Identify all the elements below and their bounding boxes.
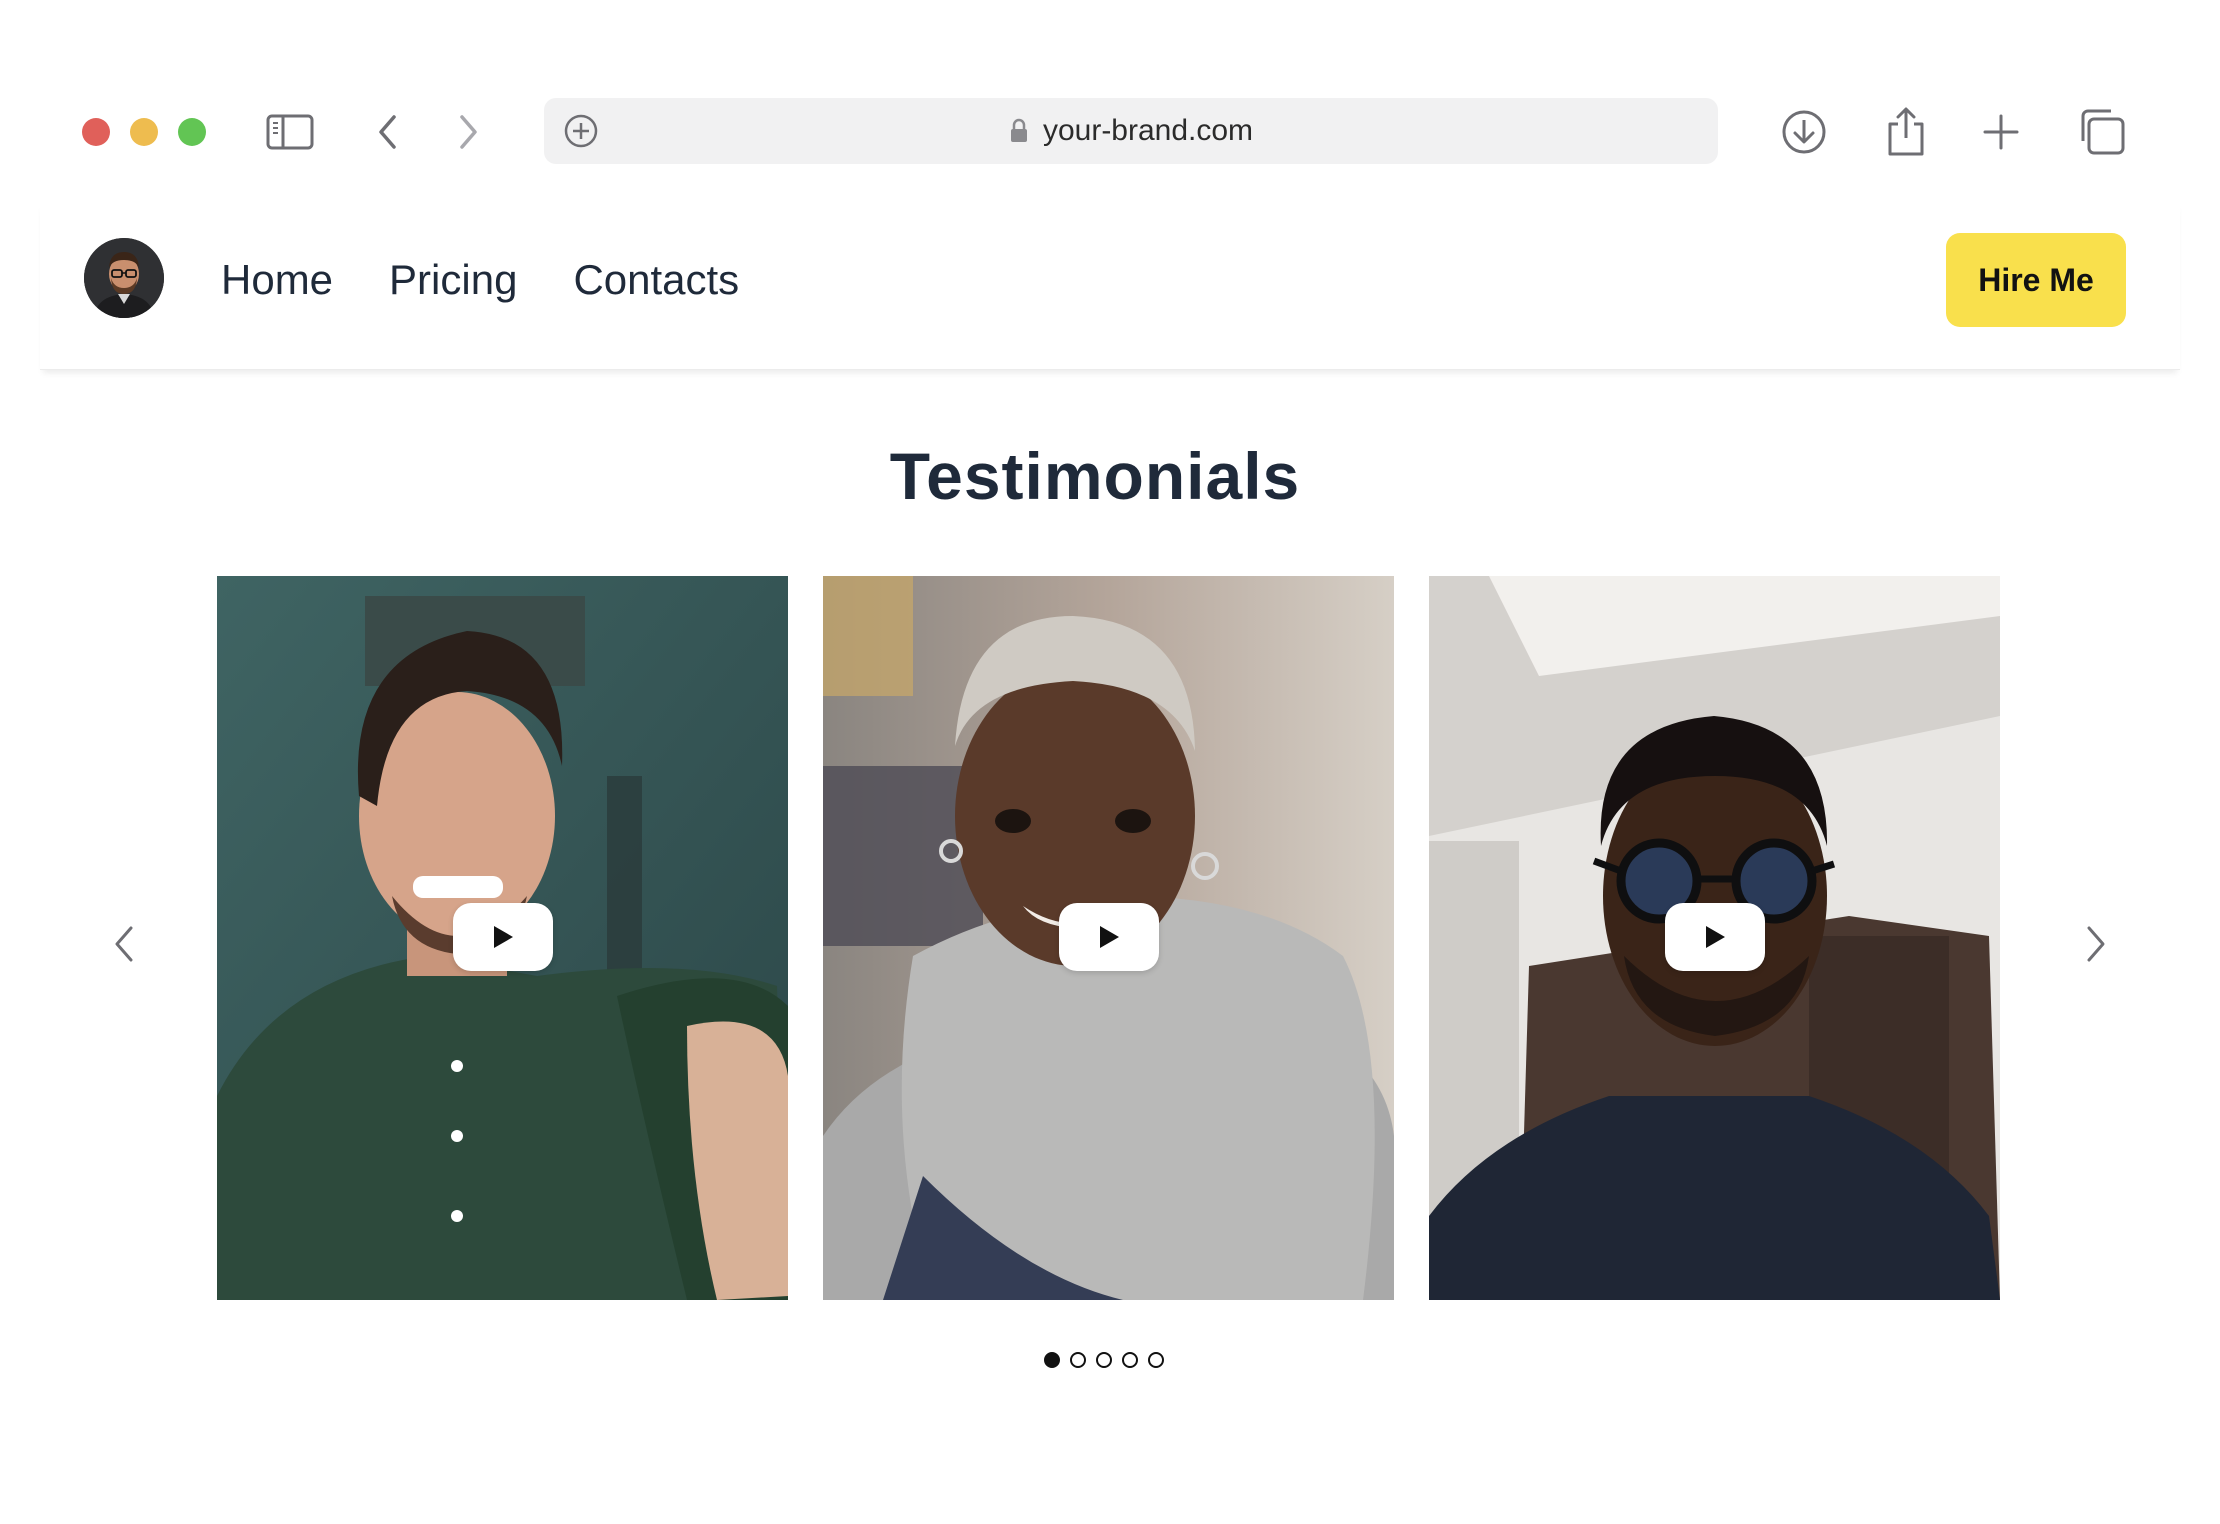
close-window-button[interactable] xyxy=(82,118,110,146)
play-icon xyxy=(494,926,513,948)
chevron-left-icon xyxy=(115,926,133,962)
play-icon xyxy=(1100,926,1119,948)
carousel-prev-button[interactable] xyxy=(96,916,152,972)
browser-window: your-brand.com Home Pricing Contacts Hir… xyxy=(0,0,2220,1524)
play-button[interactable] xyxy=(453,903,553,971)
testimonial-video-card[interactable] xyxy=(217,576,788,1300)
testimonial-video-card[interactable] xyxy=(1429,576,2000,1300)
carousel-dot[interactable] xyxy=(1044,1352,1060,1368)
site-header: Home Pricing Contacts Hire Me xyxy=(40,200,2180,370)
lock-icon xyxy=(1010,118,1027,142)
carousel-dot[interactable] xyxy=(1122,1352,1138,1368)
share-icon[interactable] xyxy=(1878,104,1934,160)
url-text: your-brand.com xyxy=(1042,114,1254,147)
carousel-dot[interactable] xyxy=(1070,1352,1086,1368)
carousel-dot[interactable] xyxy=(1148,1352,1164,1368)
avatar[interactable] xyxy=(84,238,164,318)
hire-me-button[interactable]: Hire Me xyxy=(1946,233,2126,327)
chevron-right-icon xyxy=(2087,926,2105,962)
address-bar[interactable]: your-brand.com xyxy=(544,98,1718,164)
back-icon[interactable] xyxy=(360,104,416,160)
sidebar-icon[interactable] xyxy=(262,104,318,160)
forward-icon[interactable] xyxy=(440,104,496,160)
carousel-next-button[interactable] xyxy=(2068,916,2124,972)
nav-contacts[interactable]: Contacts xyxy=(573,256,739,304)
nav-home[interactable]: Home xyxy=(221,256,333,304)
maximize-window-button[interactable] xyxy=(178,118,206,146)
nav-pricing[interactable]: Pricing xyxy=(389,256,517,304)
carousel-dot[interactable] xyxy=(1096,1352,1112,1368)
carousel-pagination xyxy=(1044,1352,1164,1368)
play-icon xyxy=(1706,926,1725,948)
page-title: Testimonials xyxy=(889,439,1301,513)
testimonial-video-card[interactable] xyxy=(823,576,1394,1300)
minimize-window-button[interactable] xyxy=(130,118,158,146)
browser-toolbar: your-brand.com xyxy=(0,0,2220,200)
main-nav: Home Pricing Contacts xyxy=(221,256,739,304)
download-icon[interactable] xyxy=(1776,104,1832,160)
tabs-icon[interactable] xyxy=(2074,104,2130,160)
play-button[interactable] xyxy=(1665,903,1765,971)
new-tab-icon[interactable] xyxy=(1973,104,2029,160)
play-button[interactable] xyxy=(1059,903,1159,971)
